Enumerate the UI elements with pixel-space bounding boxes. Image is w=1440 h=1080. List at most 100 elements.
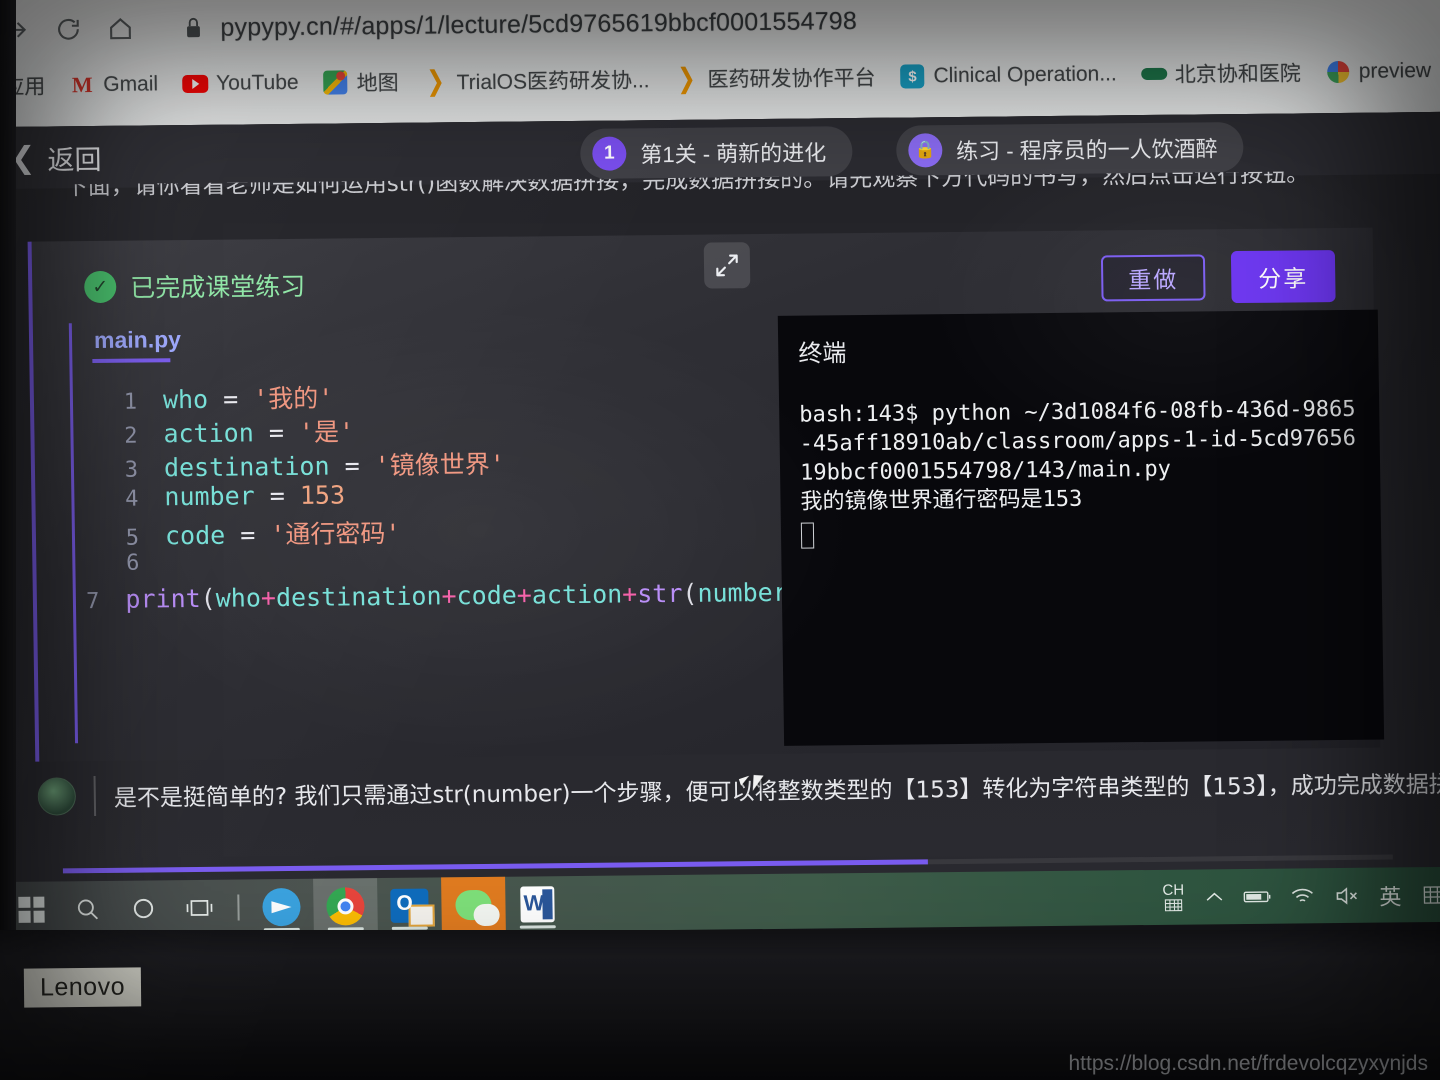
- screen-bezel-left: [0, 0, 16, 950]
- bookmark-trialos[interactable]: ❯ TrialOS医药研发协...: [410, 59, 661, 102]
- line-number: 5: [125, 525, 140, 551]
- laptop-screen-photo: pypypy.cn/#/apps/1/lecture/5cd9765619bbc…: [0, 0, 1440, 1080]
- bookmark-maps[interactable]: 地图: [310, 62, 411, 103]
- bookmark-youtube[interactable]: YouTube: [170, 63, 311, 104]
- teacher-note: 是不是挺简单的? 我们只需通过str(number)一个步骤，便可以将整数类型的…: [37, 762, 1440, 817]
- code-text: action = '是': [163, 417, 355, 449]
- google-maps-icon: [322, 69, 348, 95]
- youtube-icon: [181, 71, 209, 97]
- file-tab-main-py[interactable]: main.py: [94, 326, 181, 354]
- volume-muted-icon[interactable]: [1326, 873, 1367, 917]
- bookmark-label: Clinical Operation...: [933, 62, 1117, 88]
- tab-level-1[interactable]: 1 第1关 - 萌新的进化: [579, 126, 853, 179]
- lock-icon: 🔒: [907, 133, 943, 168]
- taskbar-app-word[interactable]: [505, 876, 570, 932]
- keyboard-panel-icon[interactable]: [1414, 872, 1440, 916]
- back-label: 返回: [47, 144, 102, 176]
- bookmark-gmail[interactable]: M Gmail: [57, 64, 170, 105]
- bookmark-rnd-platform[interactable]: ❯ 医药研发协作平台: [661, 57, 888, 99]
- terminal-title: 终端: [798, 339, 847, 368]
- code-text: code = '通行密码': [164, 518, 401, 551]
- bookmark-pumch[interactable]: 北京协和医院: [1128, 52, 1313, 94]
- line-number: 6: [125, 550, 140, 576]
- chevron-bookmark-icon: ❯: [426, 65, 446, 97]
- expand-arrows-icon[interactable]: [703, 242, 751, 289]
- bookmark-label: Gmail: [103, 72, 159, 96]
- card-actions: 重做 分享: [1100, 250, 1336, 304]
- status-label: 已完成课堂练习: [130, 271, 306, 303]
- reload-icon[interactable]: [42, 7, 95, 52]
- keyboard-icon: [1164, 899, 1183, 912]
- share-button[interactable]: 分享: [1230, 250, 1336, 304]
- bookmark-label: preview: [1358, 59, 1432, 83]
- file-tab-underline: [92, 358, 171, 364]
- language-indicator[interactable]: 英: [1370, 873, 1411, 917]
- wifi-icon[interactable]: [1282, 874, 1323, 918]
- lecture-app: ❮ 返回 1 第1关 - 萌新的进化 🔒 练习 - 程序员的一人饮酒醉 下面，请…: [0, 111, 1440, 922]
- running-indicator: [519, 925, 556, 929]
- tab-label: 练习 - 程序员的一人饮酒醉: [955, 136, 1218, 164]
- avatar: [37, 777, 77, 816]
- watermark: https://blog.csdn.net/frdevolcqzyxynjds: [1068, 1052, 1428, 1075]
- lenovo-logo: Lenovo: [23, 967, 142, 1008]
- code-text: who = '我的': [162, 383, 334, 415]
- lesson-progress-fill: [62, 859, 928, 874]
- bookmark-label: TrialOS医药研发协...: [456, 69, 650, 95]
- taskbar-app-telegram[interactable]: [249, 879, 314, 935]
- bookmark-label: 地图: [356, 71, 399, 96]
- cortana-circle-icon[interactable]: [115, 880, 172, 936]
- bookmark-clinical-operation[interactable]: Clinical Operation...: [887, 54, 1129, 97]
- ime-indicator[interactable]: CH: [1156, 875, 1191, 919]
- chevron-bookmark-icon: ❯: [677, 62, 696, 94]
- outlook-icon: [390, 888, 429, 923]
- bookmark-label: 北京协和医院: [1174, 62, 1301, 87]
- check-circle-icon: ✓: [84, 270, 117, 304]
- line-number: 3: [124, 457, 139, 483]
- chrome-icon: [326, 886, 365, 926]
- wechat-icon: [455, 889, 492, 920]
- bookmark-label: 医药研发协作平台: [707, 66, 876, 92]
- bookmark-preview[interactable]: preview: [1312, 51, 1440, 92]
- taskbar-divider: [237, 894, 240, 921]
- preview-icon: [1325, 59, 1351, 85]
- terminal-output: 我的镜像世界通行密码是153: [800, 486, 1083, 515]
- line-number: 2: [124, 423, 138, 449]
- hospital-icon: [1140, 61, 1167, 87]
- ime-mode-label: CH: [1162, 881, 1185, 899]
- terminal-panel[interactable]: 终端 bash:143$ python ~/3d1084f6-08fb-436d…: [777, 309, 1385, 746]
- code-text: number = 153: [164, 480, 346, 512]
- taskbar-app-chrome[interactable]: [313, 878, 378, 934]
- battery-icon[interactable]: [1238, 874, 1279, 918]
- taskbar-app-wechat[interactable]: [441, 876, 506, 933]
- note-text: 是不是挺简单的? 我们只需通过str(number)一个步骤，便可以将整数类型的…: [113, 771, 1440, 812]
- task-view-icon[interactable]: [171, 880, 228, 936]
- code-text: print(who+destination+code+action+str(nu…: [125, 577, 818, 614]
- browser-chrome: pypypy.cn/#/apps/1/lecture/5cd9765619bbc…: [0, 0, 1440, 128]
- taskbar-app-outlook[interactable]: [377, 877, 442, 933]
- site-lock-icon: [182, 15, 204, 41]
- line-number: 4: [124, 486, 139, 512]
- exercise-status: ✓ 已完成课堂练习: [84, 267, 306, 305]
- code-lines: 1 who = '我的' 2 action = '是' 3 destination = '…: [83, 373, 818, 619]
- address-bar[interactable]: pypypy.cn/#/apps/1/lecture/5cd9765619bbc…: [220, 7, 857, 43]
- word-icon: [520, 885, 555, 923]
- tab-practice[interactable]: 🔒 练习 - 程序员的一人饮酒醉: [895, 121, 1245, 176]
- level-badge: 1: [592, 136, 627, 171]
- search-icon[interactable]: [59, 881, 116, 937]
- chevron-up-icon[interactable]: [1194, 875, 1235, 919]
- terminal-cursor: [800, 522, 815, 549]
- code-editor[interactable]: main.py 1 who = '我的' 2 action = '是' 3 destina…: [68, 315, 818, 744]
- line-number: 7: [86, 588, 100, 615]
- gmail-icon: M: [71, 72, 93, 98]
- back-button[interactable]: ❮ 返回: [10, 137, 102, 177]
- note-divider: [93, 776, 97, 817]
- line-number: 1: [123, 389, 138, 415]
- home-icon[interactable]: [94, 6, 147, 51]
- redo-button[interactable]: 重做: [1100, 254, 1206, 302]
- exercise-card: ✓ 已完成课堂练习 重做 分享 main.py 1 who = '我的' 2 acti…: [27, 227, 1385, 762]
- screen-content: pypypy.cn/#/apps/1/lecture/5cd9765619bbc…: [0, 0, 1440, 938]
- code-line[interactable]: 7 print(who+destination+code+action+str(n…: [86, 577, 818, 619]
- bookmark-label: YouTube: [215, 70, 299, 95]
- code-text: destination = '镜像世界': [163, 449, 506, 483]
- terminal-command: bash:143$ python ~/3d1084f6-08fb-436d-98…: [799, 396, 1357, 486]
